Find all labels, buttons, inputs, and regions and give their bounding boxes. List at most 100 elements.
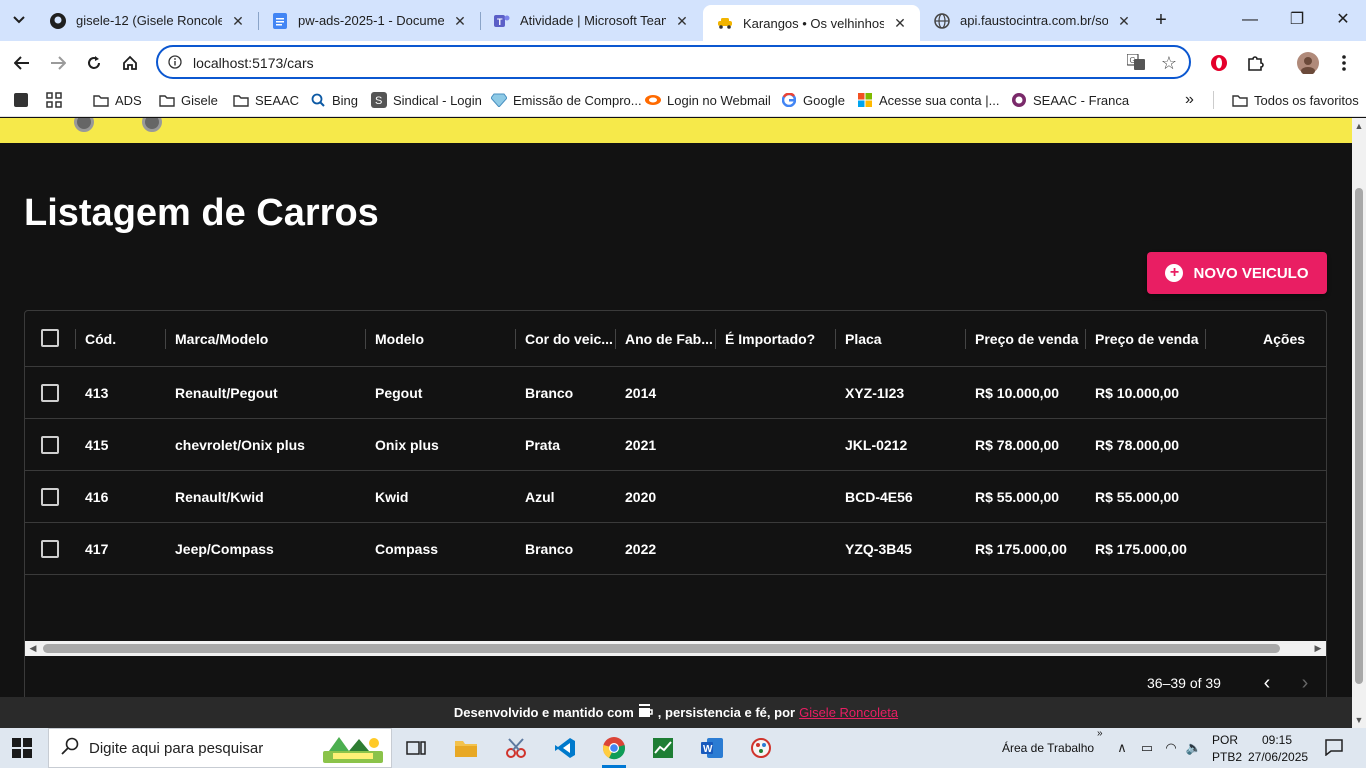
bookmark-bing[interactable]: Bing bbox=[310, 91, 358, 109]
table-row[interactable]: 417 Jeep/Compass Compass Branco 2022 YZQ… bbox=[25, 523, 1326, 575]
grid-horizontal-scrollbar[interactable]: ◀ ▶ bbox=[25, 641, 1326, 656]
column-header-cod[interactable]: Cód. bbox=[85, 311, 165, 367]
bookmark-seaac-franca[interactable]: SEAAC - Franca bbox=[1011, 91, 1129, 109]
scrollbar-thumb[interactable] bbox=[1355, 188, 1363, 684]
column-header-placa[interactable]: Placa bbox=[845, 311, 965, 367]
bookmarks-divider bbox=[1213, 91, 1214, 109]
row-checkbox[interactable] bbox=[41, 540, 59, 558]
row-checkbox[interactable] bbox=[41, 436, 59, 454]
row-checkbox[interactable] bbox=[41, 488, 59, 506]
wifi-icon[interactable]: ◠ bbox=[1162, 739, 1180, 757]
column-header-modelo[interactable]: Modelo bbox=[375, 311, 515, 367]
bookmark-ads[interactable]: ADS bbox=[93, 91, 142, 109]
word-icon[interactable]: W bbox=[692, 732, 732, 764]
more-bookmarks-chevron-icon[interactable]: » bbox=[1185, 91, 1194, 109]
opera-extension-icon[interactable] bbox=[1205, 49, 1233, 77]
table-row[interactable]: 416 Renault/Kwid Kwid Azul 2020 BCD-4E56… bbox=[25, 471, 1326, 523]
author-link[interactable]: Gisele Roncoleta bbox=[799, 705, 898, 720]
tab-close-icon[interactable]: ✕ bbox=[892, 15, 908, 31]
row-checkbox[interactable] bbox=[41, 384, 59, 402]
cell-year: 2021 bbox=[625, 436, 657, 453]
keyboard-layout[interactable]: PTB2 bbox=[1212, 750, 1242, 764]
tab-close-icon[interactable]: ✕ bbox=[1116, 13, 1132, 29]
tab-close-icon[interactable]: ✕ bbox=[230, 13, 246, 29]
bookmark-sindical[interactable]: S Sindical - Login bbox=[371, 91, 482, 109]
apps-grid-icon[interactable] bbox=[46, 91, 62, 109]
clock-time[interactable]: 09:15 bbox=[1262, 733, 1292, 747]
show-hidden-icons-chevron-icon[interactable]: ∧ bbox=[1113, 739, 1131, 757]
column-divider bbox=[75, 329, 76, 349]
translate-icon[interactable]: G bbox=[1126, 53, 1145, 75]
tab-github[interactable]: gisele-12 (Gisele Roncoleta) ✕ bbox=[36, 0, 258, 41]
task-view-icon[interactable] bbox=[396, 732, 436, 764]
site-info-icon[interactable] bbox=[168, 55, 182, 74]
tab-close-icon[interactable]: ✕ bbox=[452, 13, 468, 29]
tab-search-button[interactable] bbox=[6, 7, 32, 33]
column-header-preco-venda[interactable]: Preço de venda bbox=[975, 311, 1085, 367]
cell-brand-model: Jeep/Compass bbox=[175, 540, 274, 557]
scrollbar-thumb[interactable] bbox=[43, 644, 1280, 653]
new-tab-plus-icon[interactable]: + bbox=[1150, 9, 1172, 31]
column-header-preco-venda-2[interactable]: Preço de venda bbox=[1095, 311, 1205, 367]
tab-docs[interactable]: pw-ads-2025-1 - Documento ✕ bbox=[258, 0, 480, 41]
scroll-up-arrow-icon[interactable]: ▲ bbox=[1354, 121, 1364, 131]
tab-teams[interactable]: T Atividade | Microsoft Teams ✕ bbox=[480, 0, 702, 41]
cell-model: Compass bbox=[375, 540, 439, 557]
bookmark-gisele[interactable]: Gisele bbox=[159, 91, 218, 109]
windows-start-icon[interactable] bbox=[12, 738, 32, 758]
task-manager-icon[interactable] bbox=[643, 732, 683, 764]
reload-icon[interactable] bbox=[80, 49, 108, 77]
previous-page-chevron-icon[interactable]: ‹ bbox=[1255, 671, 1279, 695]
profile-avatar[interactable] bbox=[1294, 49, 1322, 77]
language-code[interactable]: POR bbox=[1212, 733, 1238, 747]
vscode-icon[interactable] bbox=[545, 732, 585, 764]
column-header-ano[interactable]: Ano de Fab... bbox=[625, 311, 715, 367]
bookmark-star-icon[interactable]: ☆ bbox=[1161, 53, 1177, 74]
bookmark-microsoft[interactable]: Acesse sua conta |... bbox=[857, 91, 999, 109]
tab-close-icon[interactable]: ✕ bbox=[674, 13, 690, 29]
close-window-icon[interactable]: ✕ bbox=[1330, 8, 1356, 32]
desktop-toolbar-label[interactable]: Área de Trabalho bbox=[1002, 741, 1094, 755]
forward-arrow-icon[interactable] bbox=[44, 49, 72, 77]
toolbar-chevron-icon[interactable]: » bbox=[1097, 728, 1103, 739]
back-arrow-icon[interactable] bbox=[8, 49, 36, 77]
apps-square-icon[interactable] bbox=[14, 91, 28, 109]
select-all-checkbox[interactable] bbox=[41, 329, 59, 347]
scroll-down-arrow-icon[interactable]: ▼ bbox=[1354, 715, 1364, 725]
minimize-icon[interactable]: — bbox=[1237, 8, 1263, 32]
volume-icon[interactable]: 🔈 bbox=[1185, 739, 1203, 757]
bookmark-seaac[interactable]: SEAAC bbox=[233, 91, 299, 109]
table-row[interactable]: 415 chevrolet/Onix plus Onix plus Prata … bbox=[25, 419, 1326, 471]
scroll-right-arrow-icon[interactable]: ▶ bbox=[1313, 643, 1323, 654]
file-explorer-icon[interactable] bbox=[446, 732, 486, 764]
extensions-puzzle-icon[interactable] bbox=[1241, 49, 1269, 77]
table-row[interactable]: 413 Renault/Pegout Pegout Branco 2014 XY… bbox=[25, 367, 1326, 419]
bookmark-webmail[interactable]: Login no Webmail bbox=[645, 91, 771, 109]
all-bookmarks[interactable]: Todos os favoritos bbox=[1232, 91, 1359, 109]
car-icon bbox=[717, 15, 733, 31]
taskbar-search-box[interactable]: Digite aqui para pesquisar bbox=[48, 728, 392, 768]
column-header-importado[interactable]: É Importado? bbox=[725, 311, 835, 367]
bookmark-google[interactable]: Google bbox=[781, 91, 845, 109]
page-vertical-scrollbar[interactable]: ▲ ▼ bbox=[1352, 118, 1366, 728]
notifications-icon[interactable] bbox=[1324, 738, 1344, 757]
menu-dots-icon[interactable] bbox=[1330, 49, 1358, 77]
pagination-range: 36–39 of 39 bbox=[1147, 675, 1221, 691]
bookmark-label: Bing bbox=[332, 92, 359, 108]
snipping-tool-icon[interactable] bbox=[496, 732, 536, 764]
tab-karangos[interactable]: Karangos • Os velhinhos são ✕ bbox=[703, 5, 920, 41]
home-icon[interactable] bbox=[116, 49, 144, 77]
paint-icon[interactable] bbox=[741, 732, 781, 764]
clock-date[interactable]: 27/06/2025 bbox=[1248, 750, 1308, 764]
next-page-chevron-icon[interactable]: › bbox=[1293, 671, 1317, 695]
tab-api[interactable]: api.faustocintra.com.br/sobre ✕ bbox=[920, 0, 1144, 41]
column-header-cor[interactable]: Cor do veic... bbox=[525, 311, 615, 367]
bookmark-emissao[interactable]: Emissão de Compro... bbox=[491, 91, 642, 109]
new-vehicle-button[interactable]: + NOVO VEICULO bbox=[1147, 252, 1327, 294]
address-bar[interactable]: localhost:5173/cars G ☆ bbox=[156, 45, 1191, 79]
restore-icon[interactable]: ❐ bbox=[1284, 8, 1310, 32]
column-header-marca-modelo[interactable]: Marca/Modelo bbox=[175, 311, 365, 367]
battery-icon[interactable]: ▭ bbox=[1138, 739, 1156, 757]
scroll-left-arrow-icon[interactable]: ◀ bbox=[28, 643, 38, 654]
chrome-icon[interactable] bbox=[594, 732, 634, 768]
